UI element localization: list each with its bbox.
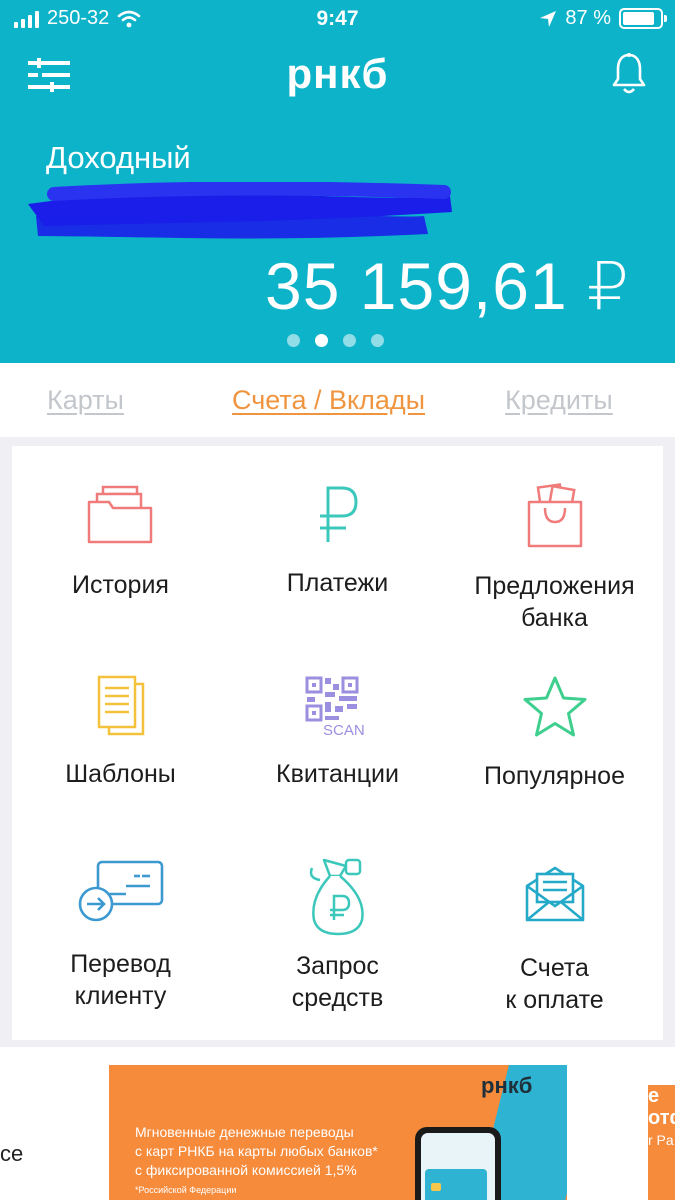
promo-prev-partial-text: се: [0, 1141, 24, 1166]
product-tabs: Карты Счета / Вклады Кредиты: [0, 363, 675, 437]
tile-popular-label: Популярное: [483, 762, 625, 790]
tile-client-transfer[interactable]: Перевод клиенту: [12, 846, 229, 1036]
tile-invoices[interactable]: Счета к оплате: [446, 846, 663, 1036]
qr-scan-icon-text: SCAN: [323, 722, 365, 738]
tile-bank-offers[interactable]: Предложения банка: [446, 446, 663, 636]
tab-accounts-deposits[interactable]: Счета / Вклады: [232, 385, 425, 416]
carousel-dot[interactable]: [343, 334, 356, 347]
location-arrow-icon: [540, 10, 557, 27]
carousel-dot[interactable]: [315, 334, 328, 347]
carousel-dots[interactable]: [287, 334, 384, 347]
tile-funds-request[interactable]: Запрос средств: [229, 846, 446, 1036]
tile-receipts[interactable]: SCAN Квитанции: [229, 646, 446, 836]
folder-icon: [87, 485, 152, 544]
ruble-icon: [319, 486, 358, 542]
tile-popular[interactable]: Популярное: [446, 646, 663, 836]
promo-logo: рнкб: [481, 1073, 533, 1098]
tile-templates[interactable]: Шаблоны: [12, 646, 229, 836]
account-name: Доходный: [46, 140, 191, 175]
battery-fill: [623, 12, 655, 25]
carousel-dot[interactable]: [287, 334, 300, 347]
battery-percent: 87 %: [565, 7, 611, 29]
tile-receipts-label: Квитанции: [276, 760, 399, 788]
bank-card-illustration: [425, 1169, 487, 1200]
account-balance: 35 159,61 ₽: [265, 249, 630, 323]
tab-cards[interactable]: Карты: [47, 385, 124, 416]
envelope-invoice-icon: [525, 866, 584, 922]
tab-loans[interactable]: Кредиты: [505, 385, 613, 416]
promo-footnote: *Российской Федерации: [135, 1185, 237, 1195]
promo-text: Мгновенные денежные переводы с карт РНКБ…: [135, 1124, 378, 1178]
qr-scan-icon: SCAN: [305, 676, 365, 738]
redacted-account-number: [28, 182, 452, 239]
status-bar: 250-32 9:47 87 %: [0, 0, 675, 40]
tile-invoices-label: Счета к оплате: [505, 954, 604, 1014]
bell-icon: [612, 53, 646, 94]
promo-carousel[interactable]: се рнкб Мгновенные денежные переводы с к…: [0, 1047, 675, 1200]
tile-payments-label: Платежи: [286, 569, 389, 597]
tile-payments[interactable]: Платежи: [229, 446, 446, 636]
bank-logo: рнкб: [286, 50, 389, 97]
account-header: 250-32 9:47 87 % рнкб Доходный 35 159,61…: [0, 0, 675, 363]
star-icon: [523, 676, 586, 737]
money-bag-icon: [309, 858, 364, 936]
gift-bag-icon: [527, 483, 582, 548]
phone-illustration: [415, 1127, 501, 1200]
promo-banner[interactable]: рнкб Мгновенные денежные переводы с карт…: [109, 1065, 567, 1200]
tile-templates-label: Шаблоны: [65, 760, 176, 788]
documents-icon: [97, 675, 144, 736]
tile-client-transfer-label: Перевод клиенту: [70, 950, 171, 1010]
card-transfer-icon: [78, 860, 163, 922]
status-right: 87 %: [539, 7, 667, 30]
menu-grid: История Платежи Предложения банка Шаблон…: [12, 446, 663, 1040]
tile-funds-request-label: Запрос средств: [291, 952, 384, 1012]
tile-history[interactable]: История: [12, 446, 229, 636]
battery-icon: [619, 8, 667, 29]
tile-bank-offers-label: Предложения банка: [474, 572, 635, 632]
carousel-dot[interactable]: [371, 334, 384, 347]
tile-history-label: История: [72, 571, 169, 599]
promo-next-partial[interactable]: е отф r Pa: [648, 1085, 675, 1200]
notifications-button[interactable]: [611, 52, 647, 96]
phone-screen: [421, 1133, 495, 1200]
